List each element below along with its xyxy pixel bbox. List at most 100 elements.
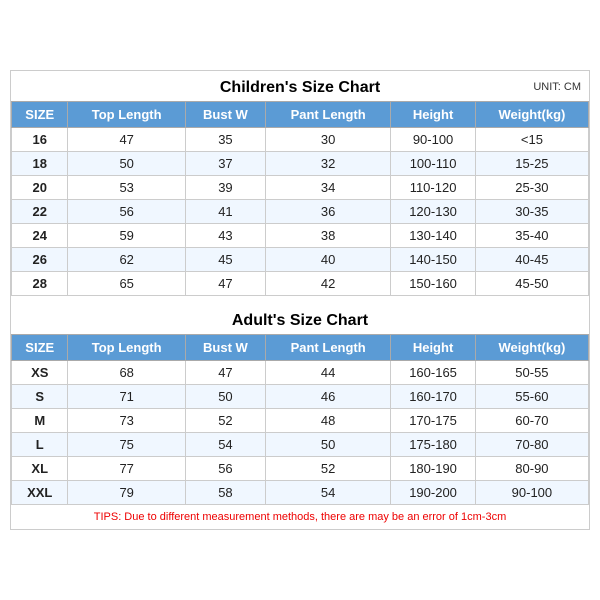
table-cell: 77 <box>68 457 185 481</box>
table-cell: 15-25 <box>475 152 588 176</box>
adults-header-row: SIZE Top Length Bust W Pant Length Heigh… <box>12 335 589 361</box>
table-cell: 18 <box>12 152 68 176</box>
table-cell: 60-70 <box>475 409 588 433</box>
table-cell: 50 <box>68 152 185 176</box>
table-row: XL775652180-19080-90 <box>12 457 589 481</box>
table-cell: 44 <box>266 361 391 385</box>
table-cell: 65 <box>68 272 185 296</box>
table-cell: 56 <box>185 457 265 481</box>
table-cell: 90-100 <box>391 128 476 152</box>
table-cell: 120-130 <box>391 200 476 224</box>
children-header-row: SIZE Top Length Bust W Pant Length Heigh… <box>12 102 589 128</box>
table-cell: 52 <box>185 409 265 433</box>
table-cell: 25-30 <box>475 176 588 200</box>
table-cell: 71 <box>68 385 185 409</box>
table-cell: <15 <box>475 128 588 152</box>
adults-chart-title: Adult's Size Chart <box>11 304 589 334</box>
children-size-table: SIZE Top Length Bust W Pant Length Heigh… <box>11 101 589 296</box>
table-cell: XL <box>12 457 68 481</box>
tips-text: TIPS: Due to different measurement metho… <box>11 505 589 529</box>
table-cell: 36 <box>266 200 391 224</box>
table-cell: 47 <box>185 272 265 296</box>
size-chart-container: Children's Size Chart UNIT: CM SIZE Top … <box>10 70 590 530</box>
table-cell: 50 <box>266 433 391 457</box>
table-cell: 30-35 <box>475 200 588 224</box>
table-row: 26624540140-15040-45 <box>12 248 589 272</box>
table-cell: 34 <box>266 176 391 200</box>
table-cell: 40-45 <box>475 248 588 272</box>
table-row: XXL795854190-20090-100 <box>12 481 589 505</box>
children-title-text: Children's Size Chart <box>220 79 380 96</box>
table-cell: 37 <box>185 152 265 176</box>
table-cell: 47 <box>185 361 265 385</box>
table-cell: 90-100 <box>475 481 588 505</box>
table-cell: XS <box>12 361 68 385</box>
table-cell: 20 <box>12 176 68 200</box>
table-cell: 80-90 <box>475 457 588 481</box>
table-cell: 52 <box>266 457 391 481</box>
table-cell: 54 <box>266 481 391 505</box>
table-cell: L <box>12 433 68 457</box>
table-cell: 79 <box>68 481 185 505</box>
table-row: 20533934110-12025-30 <box>12 176 589 200</box>
children-col-weight: Weight(kg) <box>475 102 588 128</box>
table-cell: 16 <box>12 128 68 152</box>
table-cell: 50-55 <box>475 361 588 385</box>
table-cell: 45 <box>185 248 265 272</box>
children-col-pant-length: Pant Length <box>266 102 391 128</box>
table-cell: 100-110 <box>391 152 476 176</box>
table-cell: 130-140 <box>391 224 476 248</box>
table-cell: 35-40 <box>475 224 588 248</box>
table-cell: 160-165 <box>391 361 476 385</box>
table-row: 1647353090-100<15 <box>12 128 589 152</box>
table-cell: 46 <box>266 385 391 409</box>
table-cell: 35 <box>185 128 265 152</box>
children-col-height: Height <box>391 102 476 128</box>
adults-title-text: Adult's Size Chart <box>232 312 368 329</box>
children-col-size: SIZE <box>12 102 68 128</box>
table-cell: 62 <box>68 248 185 272</box>
children-table-body: 1647353090-100<1518503732100-11015-25205… <box>12 128 589 296</box>
table-cell: 47 <box>68 128 185 152</box>
table-cell: 28 <box>12 272 68 296</box>
table-cell: 59 <box>68 224 185 248</box>
table-row: 24594338130-14035-40 <box>12 224 589 248</box>
table-cell: XXL <box>12 481 68 505</box>
table-cell: 180-190 <box>391 457 476 481</box>
table-cell: 30 <box>266 128 391 152</box>
table-row: M735248170-17560-70 <box>12 409 589 433</box>
table-cell: 32 <box>266 152 391 176</box>
table-cell: 58 <box>185 481 265 505</box>
table-row: 28654742150-16045-50 <box>12 272 589 296</box>
table-cell: 45-50 <box>475 272 588 296</box>
table-cell: 38 <box>266 224 391 248</box>
children-unit-label: UNIT: CM <box>533 81 581 93</box>
adults-col-weight: Weight(kg) <box>475 335 588 361</box>
table-cell: 54 <box>185 433 265 457</box>
table-cell: 70-80 <box>475 433 588 457</box>
table-cell: 53 <box>68 176 185 200</box>
table-cell: 48 <box>266 409 391 433</box>
table-cell: 75 <box>68 433 185 457</box>
children-col-bust-w: Bust W <box>185 102 265 128</box>
table-cell: 56 <box>68 200 185 224</box>
table-cell: 160-170 <box>391 385 476 409</box>
adults-col-height: Height <box>391 335 476 361</box>
table-cell: 26 <box>12 248 68 272</box>
table-cell: 43 <box>185 224 265 248</box>
table-cell: 50 <box>185 385 265 409</box>
table-cell: M <box>12 409 68 433</box>
children-col-top-length: Top Length <box>68 102 185 128</box>
table-cell: 40 <box>266 248 391 272</box>
table-cell: 110-120 <box>391 176 476 200</box>
adults-table-body: XS684744160-16550-55S715046160-17055-60M… <box>12 361 589 505</box>
table-cell: 55-60 <box>475 385 588 409</box>
table-cell: 150-160 <box>391 272 476 296</box>
table-cell: 39 <box>185 176 265 200</box>
table-cell: 24 <box>12 224 68 248</box>
table-cell: S <box>12 385 68 409</box>
adults-col-bust-w: Bust W <box>185 335 265 361</box>
table-cell: 140-150 <box>391 248 476 272</box>
adults-col-top-length: Top Length <box>68 335 185 361</box>
table-cell: 42 <box>266 272 391 296</box>
